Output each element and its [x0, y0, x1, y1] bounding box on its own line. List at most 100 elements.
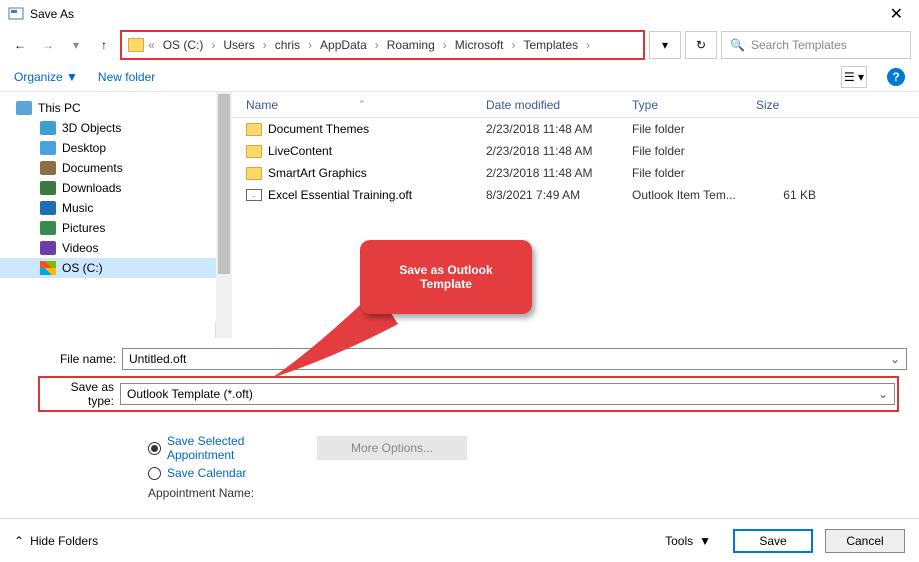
- breadcrumb-bar[interactable]: « OS (C:)› Users› chris› AppData› Roamin…: [120, 30, 645, 60]
- breadcrumb-segment[interactable]: Users: [219, 38, 258, 52]
- tree-item-downloads[interactable]: Downloads: [0, 178, 231, 198]
- radio-icon: [148, 467, 161, 480]
- organize-button[interactable]: Organize ▼: [14, 70, 78, 84]
- column-date[interactable]: Date modified: [486, 98, 632, 112]
- tree-item-documents[interactable]: Documents: [0, 158, 231, 178]
- breadcrumb-segment[interactable]: chris: [271, 38, 304, 52]
- refresh-button[interactable]: ↻: [685, 31, 717, 59]
- file-name: SmartArt Graphics: [268, 166, 367, 180]
- savetype-dropdown[interactable]: Outlook Template (*.oft)⌄: [120, 383, 895, 405]
- bottom-bar: ⌃ Hide Folders Tools▼ Save Cancel: [0, 518, 919, 562]
- breadcrumb-segment[interactable]: Roaming: [383, 38, 439, 52]
- column-size[interactable]: Size: [756, 98, 836, 112]
- tree-item-this-pc[interactable]: This PC: [0, 98, 231, 118]
- close-button[interactable]: ✕: [882, 4, 911, 24]
- address-dropdown-button[interactable]: ▾: [649, 31, 681, 59]
- tree-item-pictures[interactable]: Pictures: [0, 218, 231, 238]
- list-row[interactable]: Excel Essential Training.oft 8/3/2021 7:4…: [232, 184, 919, 206]
- search-placeholder: Search Templates: [751, 38, 847, 52]
- radio-label: Save Calendar: [167, 466, 246, 480]
- tree-item-videos[interactable]: Videos: [0, 238, 231, 258]
- tree-item-label: OS (C:): [62, 261, 103, 275]
- column-name[interactable]: Name⌃: [232, 98, 486, 112]
- save-button[interactable]: Save: [733, 529, 813, 553]
- annotation-callout: Save as Outlook Template: [360, 240, 532, 314]
- list-row[interactable]: LiveContent2/23/2018 11:48 AMFile folder: [232, 140, 919, 162]
- list-header: Name⌃ Date modified Type Size: [232, 92, 919, 118]
- doc-icon: [40, 161, 56, 175]
- column-type[interactable]: Type: [632, 98, 756, 112]
- tools-dropdown[interactable]: Tools▼: [665, 534, 711, 548]
- radio-label: Save Selected Appointment: [167, 434, 257, 462]
- file-type: Outlook Item Tem...: [632, 188, 756, 202]
- breadcrumb-segment[interactable]: Microsoft: [451, 38, 508, 52]
- radio-group: Save Selected Appointment Save Calendar …: [148, 434, 257, 500]
- app-icon: [8, 6, 24, 22]
- file-name: Document Themes: [268, 122, 369, 136]
- tree-item-label: 3D Objects: [62, 121, 121, 135]
- breadcrumb-segment[interactable]: AppData: [316, 38, 371, 52]
- search-input[interactable]: 🔍 Search Templates: [721, 31, 911, 59]
- tree-item-label: Music: [62, 201, 93, 215]
- callout-text: Save as Outlook Template: [374, 263, 518, 291]
- appointment-name-label: Appointment Name:: [148, 486, 257, 500]
- dl-icon: [40, 181, 56, 195]
- scroll-thumb[interactable]: [218, 94, 230, 274]
- tree-item-3d-objects[interactable]: 3D Objects: [0, 118, 231, 138]
- radio-save-calendar[interactable]: Save Calendar: [148, 466, 257, 480]
- scrollbar[interactable]: [216, 92, 232, 338]
- tree-item-os-c[interactable]: OS (C:): [0, 258, 231, 278]
- list-row[interactable]: Document Themes2/23/2018 11:48 AMFile fo…: [232, 118, 919, 140]
- list-row[interactable]: SmartArt Graphics 2/23/2018 11:48 AMFile …: [232, 162, 919, 184]
- forward-button[interactable]: →: [36, 33, 60, 57]
- view-options-button[interactable]: ☰ ▾: [841, 66, 867, 88]
- breadcrumb-segment[interactable]: OS (C:): [159, 38, 208, 52]
- recent-locations-button[interactable]: ▾: [64, 33, 88, 57]
- mail-icon: [246, 189, 262, 201]
- filename-input[interactable]: Untitled.oft⌄: [122, 348, 907, 370]
- new-folder-button[interactable]: New folder: [98, 70, 155, 84]
- tree-item-label: Downloads: [62, 181, 121, 195]
- back-button[interactable]: ←: [8, 33, 32, 57]
- savetype-row: Save as type: Outlook Template (*.oft)⌄: [42, 380, 895, 408]
- chevron-down-icon[interactable]: ⌄: [878, 387, 888, 401]
- breadcrumb-segment[interactable]: Templates: [519, 38, 582, 52]
- file-type: File folder: [632, 166, 756, 180]
- fields-area: File name: Untitled.oft⌄ Save as type: O…: [0, 338, 919, 416]
- more-options-button: More Options...: [317, 436, 467, 460]
- win-icon: [40, 261, 56, 275]
- file-date: 2/23/2018 11:48 AM: [486, 144, 632, 158]
- tree-item-label: This PC: [38, 101, 81, 115]
- search-icon: 🔍: [730, 38, 745, 52]
- file-list: Name⌃ Date modified Type Size Document T…: [232, 92, 919, 338]
- folder-icon: [246, 145, 262, 158]
- chevron-up-icon: ⌃: [14, 534, 24, 548]
- help-button[interactable]: ?: [887, 68, 905, 86]
- radio-save-selected[interactable]: Save Selected Appointment: [148, 434, 257, 462]
- savetype-highlight: Save as type: Outlook Template (*.oft)⌄: [38, 376, 899, 412]
- vid-icon: [40, 241, 56, 255]
- hide-folders-button[interactable]: ⌃ Hide Folders: [14, 534, 98, 548]
- address-bar-row: ← → ▾ ↑ « OS (C:)› Users› chris› AppData…: [0, 28, 919, 62]
- pc-icon: [16, 101, 32, 115]
- tree-item-desktop[interactable]: Desktop: [0, 138, 231, 158]
- file-type: File folder: [632, 144, 756, 158]
- tree-item-label: Documents: [62, 161, 123, 175]
- music-icon: [40, 201, 56, 215]
- options-area: Save Selected Appointment Save Calendar …: [0, 416, 919, 506]
- up-button[interactable]: ↑: [92, 33, 116, 57]
- chevron-down-icon[interactable]: ⌄: [890, 352, 900, 366]
- radio-icon: [148, 442, 161, 455]
- desk-icon: [40, 141, 56, 155]
- tree-item-label: Pictures: [62, 221, 105, 235]
- 3d-icon: [40, 121, 56, 135]
- folder-icon: [246, 167, 262, 180]
- tree-item-label: Desktop: [62, 141, 106, 155]
- tree-item-music[interactable]: Music: [0, 198, 231, 218]
- cancel-button[interactable]: Cancel: [825, 529, 905, 553]
- pic-icon: [40, 221, 56, 235]
- file-name: Excel Essential Training.oft: [268, 188, 412, 202]
- file-date: 8/3/2021 7:49 AM: [486, 188, 632, 202]
- file-date: 2/23/2018 11:48 AM: [486, 166, 632, 180]
- folder-icon: [128, 38, 144, 52]
